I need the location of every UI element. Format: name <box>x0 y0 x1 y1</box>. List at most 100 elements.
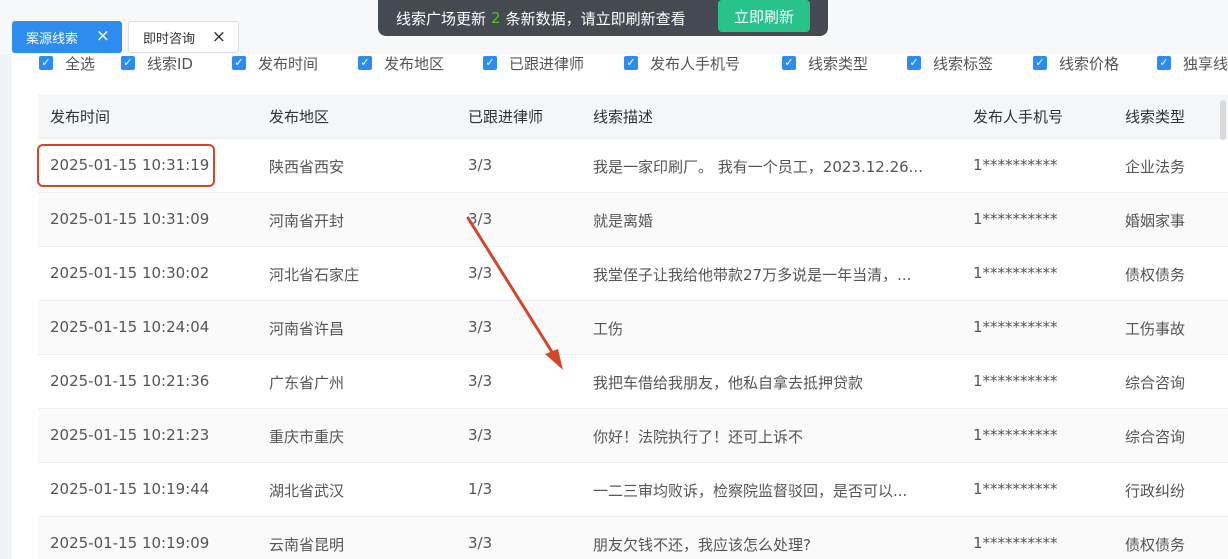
scrollbar[interactable] <box>1220 100 1226 140</box>
cell-region: 云南省昆明 <box>269 536 345 554</box>
cell-description: 就是离婚 <box>593 212 654 230</box>
header-publish-time[interactable]: 发布时间 <box>50 106 110 127</box>
content-panel: ✓ 全选 ✓ 线索ID ✓ 发布时间 ✓ 发布地区 ✓ 已跟进律师 ✓ 发布人手机号 ✓ 线索… <box>12 54 1228 559</box>
column-checkbox-region[interactable]: ✓ 发布地区 <box>358 54 444 73</box>
cell-lawyers: 1/3 <box>468 480 493 498</box>
column-checkbox-type[interactable]: ✓ 线索类型 <box>782 54 869 73</box>
close-icon[interactable]: × <box>212 28 226 46</box>
cell-lawyers: 3/3 <box>468 156 493 174</box>
checkbox-label: 已跟进律师 <box>509 54 585 73</box>
cell-region: 湖北省武汉 <box>269 482 345 500</box>
column-checkbox-publish-time[interactable]: ✓ 发布时间 <box>232 54 319 73</box>
cell-description: 工伤 <box>593 320 624 338</box>
table-row[interactable]: 2025-01-15 10:24:04 河南省许昌 3/3 工伤 1******… <box>38 300 1228 354</box>
checkbox-checked-icon: ✓ <box>483 56 497 70</box>
cell-description: 我是一家印刷厂。 我有一个员工，2023.12.26... <box>593 158 923 176</box>
cell-type: 行政纠纷 <box>1125 482 1186 500</box>
cell-region: 河南省许昌 <box>269 320 345 338</box>
cell-phone: 1********** <box>973 210 1058 228</box>
table-row[interactable]: 2025-01-15 10:21:23 重庆市重庆 3/3 你好！法院执行了！还… <box>38 408 1228 462</box>
checkbox-label: 线索类型 <box>808 54 869 73</box>
cell-time: 2025-01-15 10:19:44 <box>50 480 210 498</box>
checkbox-checked-icon: ✓ <box>1157 56 1171 70</box>
tab-case-leads[interactable]: 案源线索 × <box>12 21 122 53</box>
cell-description: 朋友欠钱不还，我应该怎么处理? <box>593 536 811 554</box>
checkbox-checked-icon: ✓ <box>782 56 796 70</box>
checkbox-checked-icon: ✓ <box>121 56 135 70</box>
cell-phone: 1********** <box>973 372 1058 390</box>
notice-prefix: 线索广场更新 <box>396 9 487 28</box>
cell-phone: 1********** <box>973 534 1058 552</box>
header-type[interactable]: 线索类型 <box>1125 106 1185 127</box>
cell-region: 陕西省西安 <box>269 158 345 176</box>
column-checkbox-price[interactable]: ✓ 线索价格 <box>1033 54 1120 73</box>
column-checkbox-tags[interactable]: ✓ 线索标签 <box>907 54 994 73</box>
checkbox-checked-icon: ✓ <box>39 56 53 70</box>
cell-description: 一二三审均败诉，检察院监督驳回，是否可以... <box>593 482 908 500</box>
checkbox-label: 全选 <box>65 54 96 73</box>
column-checkbox-phone[interactable]: ✓ 发布人手机号 <box>624 54 741 73</box>
checkbox-label: 线索标签 <box>933 54 994 73</box>
cell-type: 企业法务 <box>1125 158 1186 176</box>
cell-phone: 1********** <box>973 426 1058 444</box>
cell-description: 我把车借给我朋友，他私自拿去抵押贷款 <box>593 374 864 392</box>
checkbox-label: 独享线 <box>1183 54 1228 73</box>
cell-description: 你好！法院执行了！还可上诉不 <box>593 428 804 446</box>
update-notification: 线索广场更新 2 条新数据，请立即刷新查看 立即刷新 <box>378 0 828 36</box>
cell-region: 河北省石家庄 <box>269 266 360 284</box>
table-row[interactable]: 2025-01-15 10:19:44 湖北省武汉 1/3 一二三审均败诉，检察… <box>38 462 1228 516</box>
table-header: 发布时间 发布地区 已跟进律师 线索描述 发布人手机号 线索类型 <box>38 94 1228 138</box>
column-checkbox-lead-id[interactable]: ✓ 线索ID <box>121 54 193 73</box>
table-row[interactable]: 2025-01-15 10:31:19 陕西省西安 3/3 我是一家印刷厂。 我… <box>38 138 1228 192</box>
cell-type: 综合咨询 <box>1125 428 1186 446</box>
notice-suffix: 条新数据，请立即刷新查看 <box>505 9 686 28</box>
checkbox-checked-icon: ✓ <box>907 56 921 70</box>
table-row[interactable]: 2025-01-15 10:31:09 河南省开封 3/3 就是离婚 1****… <box>38 192 1228 246</box>
checkbox-checked-icon: ✓ <box>1033 56 1047 70</box>
checkbox-checked-icon: ✓ <box>232 56 246 70</box>
cell-time: 2025-01-15 10:19:09 <box>50 534 210 552</box>
checkbox-checked-icon: ✓ <box>624 56 638 70</box>
column-filter-bar: ✓ 全选 ✓ 线索ID ✓ 发布时间 ✓ 发布地区 ✓ 已跟进律师 ✓ 发布人手机号 ✓ 线索… <box>12 54 1228 94</box>
cell-lawyers: 3/3 <box>468 534 493 552</box>
cell-time: 2025-01-15 10:21:36 <box>50 372 210 390</box>
header-description[interactable]: 线索描述 <box>593 106 653 127</box>
header-region[interactable]: 发布地区 <box>269 106 329 127</box>
close-icon[interactable]: × <box>96 27 110 45</box>
header-lawyers[interactable]: 已跟进律师 <box>468 106 543 127</box>
tab-label: 即时咨询 <box>143 31 196 47</box>
tab-label: 案源线索 <box>26 31 79 47</box>
cell-region: 河南省开封 <box>269 212 345 230</box>
table-row[interactable]: 2025-01-15 10:19:09 云南省昆明 3/3 朋友欠钱不还，我应该… <box>38 516 1228 559</box>
cell-type: 债权债务 <box>1125 266 1186 284</box>
cell-description: 我堂侄子让我给他带款27万多说是一年当清，... <box>593 266 912 284</box>
cell-phone: 1********** <box>973 264 1058 282</box>
leads-table: 发布时间 发布地区 已跟进律师 线索描述 发布人手机号 线索类型 2025-01… <box>38 94 1228 559</box>
checkbox-label: 线索价格 <box>1059 54 1120 73</box>
column-checkbox-select-all[interactable]: ✓ 全选 <box>39 54 96 73</box>
cell-region: 广东省广州 <box>269 374 345 392</box>
cell-type: 工伤事故 <box>1125 320 1186 338</box>
checkbox-label: 发布时间 <box>258 54 319 73</box>
cell-time: 2025-01-15 10:24:04 <box>50 318 210 336</box>
cell-phone: 1********** <box>973 318 1058 336</box>
cell-time: 2025-01-15 10:31:09 <box>50 210 210 228</box>
column-checkbox-lawyers[interactable]: ✓ 已跟进律师 <box>483 54 585 73</box>
cell-phone: 1********** <box>973 480 1058 498</box>
refresh-button[interactable]: 立即刷新 <box>718 0 810 32</box>
cell-lawyers: 3/3 <box>468 264 493 282</box>
highlight-box <box>37 144 215 187</box>
cell-type: 债权债务 <box>1125 536 1186 554</box>
table-row[interactable]: 2025-01-15 10:21:36 广东省广州 3/3 我把车借给我朋友，他… <box>38 354 1228 408</box>
cell-time: 2025-01-15 10:30:02 <box>50 264 210 282</box>
tab-instant-consult[interactable]: 即时咨询 × <box>128 21 239 53</box>
notice-count: 2 <box>491 9 501 27</box>
table-row[interactable]: 2025-01-15 10:30:02 河北省石家庄 3/3 我堂侄子让我给他带… <box>38 246 1228 300</box>
cell-lawyers: 3/3 <box>468 426 493 444</box>
header-phone[interactable]: 发布人手机号 <box>973 106 1063 127</box>
cell-region: 重庆市重庆 <box>269 428 345 446</box>
column-checkbox-exclusive[interactable]: ✓ 独享线 <box>1157 54 1228 73</box>
cell-lawyers: 3/3 <box>468 372 493 390</box>
cell-phone: 1********** <box>973 156 1058 174</box>
checkbox-label: 发布人手机号 <box>650 54 741 73</box>
